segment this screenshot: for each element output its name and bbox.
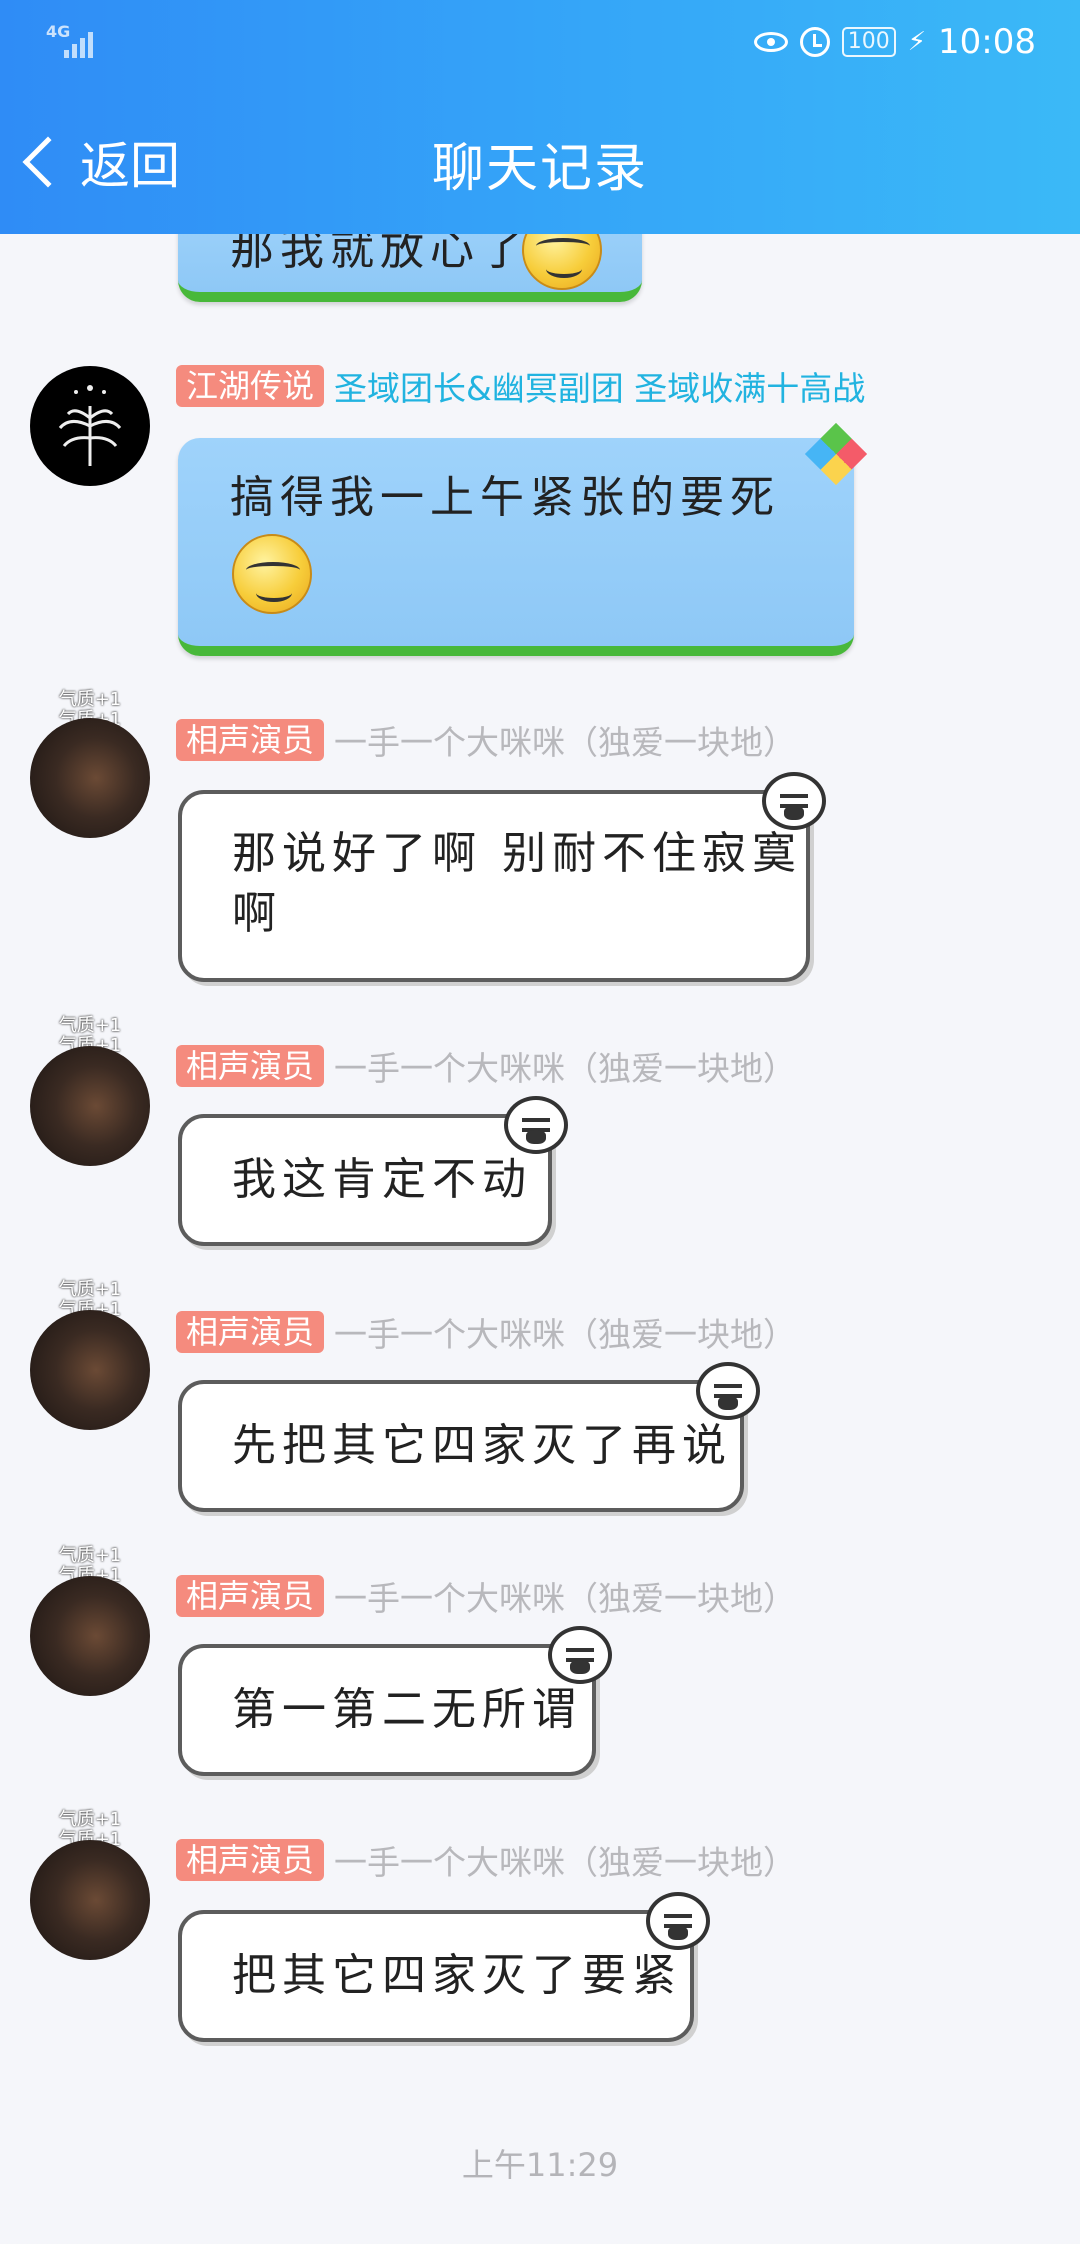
smile-emoji-icon xyxy=(232,534,312,614)
avatar[interactable] xyxy=(30,1046,150,1166)
message-text: 那说好了啊 别耐不住寂寞 xyxy=(232,828,802,879)
crying-face-icon xyxy=(548,1626,612,1684)
sender-title-tag: 相声演员 xyxy=(176,1045,325,1087)
avatar[interactable] xyxy=(30,366,150,486)
sender-title-tag: 相声演员 xyxy=(176,719,325,761)
message-timestamp: 上午11:29 xyxy=(461,2146,619,2184)
sender-title-tag: 相声演员 xyxy=(176,1839,325,1881)
sender-name[interactable]: 一手一个大咪咪（独爱一块地） xyxy=(334,1308,796,1356)
avatar[interactable] xyxy=(30,1840,150,1960)
sender-info: 相声演员 一手一个大咪咪（独爱一块地） xyxy=(176,1838,796,1882)
sender-info: 相声演员 一手一个大咪咪（独爱一块地） xyxy=(176,1044,796,1088)
status-bar: 4G 100 ⚡ 10:08 xyxy=(0,16,1080,68)
message-bubble[interactable]: 先把其它四家灭了再说 xyxy=(178,1362,760,1512)
crying-face-icon xyxy=(504,1096,568,1154)
kite-icon xyxy=(804,422,868,486)
white-tree-icon xyxy=(58,385,122,466)
sender-info: 江湖传说 圣域团长&幽冥副团 圣域收满十高战 xyxy=(176,364,865,408)
sender-info: 相声演员 一手一个大咪咪（独爱一块地） xyxy=(176,1310,796,1354)
alarm-icon xyxy=(799,27,830,57)
page-title: 聊天记录 xyxy=(431,139,648,199)
sender-name[interactable]: 一手一个大咪咪（独爱一块地） xyxy=(334,1836,796,1884)
signal-icon xyxy=(64,28,98,58)
message-bubble[interactable]: 我这肯定不动 xyxy=(178,1096,568,1246)
sender-name[interactable]: 一手一个大咪咪（独爱一块地） xyxy=(334,1572,796,1620)
message-bubble[interactable]: 那说好了啊 别耐不住寂寞 啊 xyxy=(178,772,826,982)
message-text: 我这肯定不动 xyxy=(232,1154,532,1205)
app-header: 4G 100 ⚡ 10:08 返回 聊天记录 xyxy=(0,0,1080,234)
message-bubble[interactable]: 搞得我一上午紧张的要死 xyxy=(178,422,868,656)
sender-title-tag: 江湖传说 xyxy=(176,365,325,407)
avatar[interactable] xyxy=(30,1576,150,1696)
crying-face-icon xyxy=(646,1892,710,1950)
message-text: 搞得我一上午紧张的要死 xyxy=(230,472,780,523)
message-text: 把其它四家灭了要紧 xyxy=(232,1950,682,2001)
message-bubble[interactable]: 把其它四家灭了要紧 xyxy=(178,1892,710,2042)
crying-face-icon xyxy=(762,772,826,830)
sender-name[interactable]: 圣域团长&幽冥副团 圣域收满十高战 xyxy=(334,362,865,410)
message-text: 啊 xyxy=(232,888,282,939)
sender-name[interactable]: 一手一个大咪咪（独爱一块地） xyxy=(334,716,796,764)
avatar[interactable] xyxy=(30,718,150,838)
clock: 10:08 xyxy=(938,22,1036,62)
battery-icon: 100 xyxy=(841,27,896,57)
charging-icon: ⚡ xyxy=(907,27,927,57)
message-text: 第一第二无所谓 xyxy=(232,1684,582,1735)
message-text: 先把其它四家灭了再说 xyxy=(232,1420,732,1471)
sender-info: 相声演员 一手一个大咪咪（独爱一块地） xyxy=(176,718,796,762)
sender-title-tag: 相声演员 xyxy=(176,1311,325,1353)
avatar[interactable] xyxy=(30,1310,150,1430)
sender-title-tag: 相声演员 xyxy=(176,1575,325,1617)
message-bubble[interactable]: 第一第二无所谓 xyxy=(178,1626,612,1776)
sender-info: 相声演员 一手一个大咪咪（独爱一块地） xyxy=(176,1574,796,1618)
sender-name[interactable]: 一手一个大咪咪（独爱一块地） xyxy=(334,1042,796,1090)
eye-comfort-icon xyxy=(753,32,788,52)
crying-face-icon xyxy=(696,1362,760,1420)
